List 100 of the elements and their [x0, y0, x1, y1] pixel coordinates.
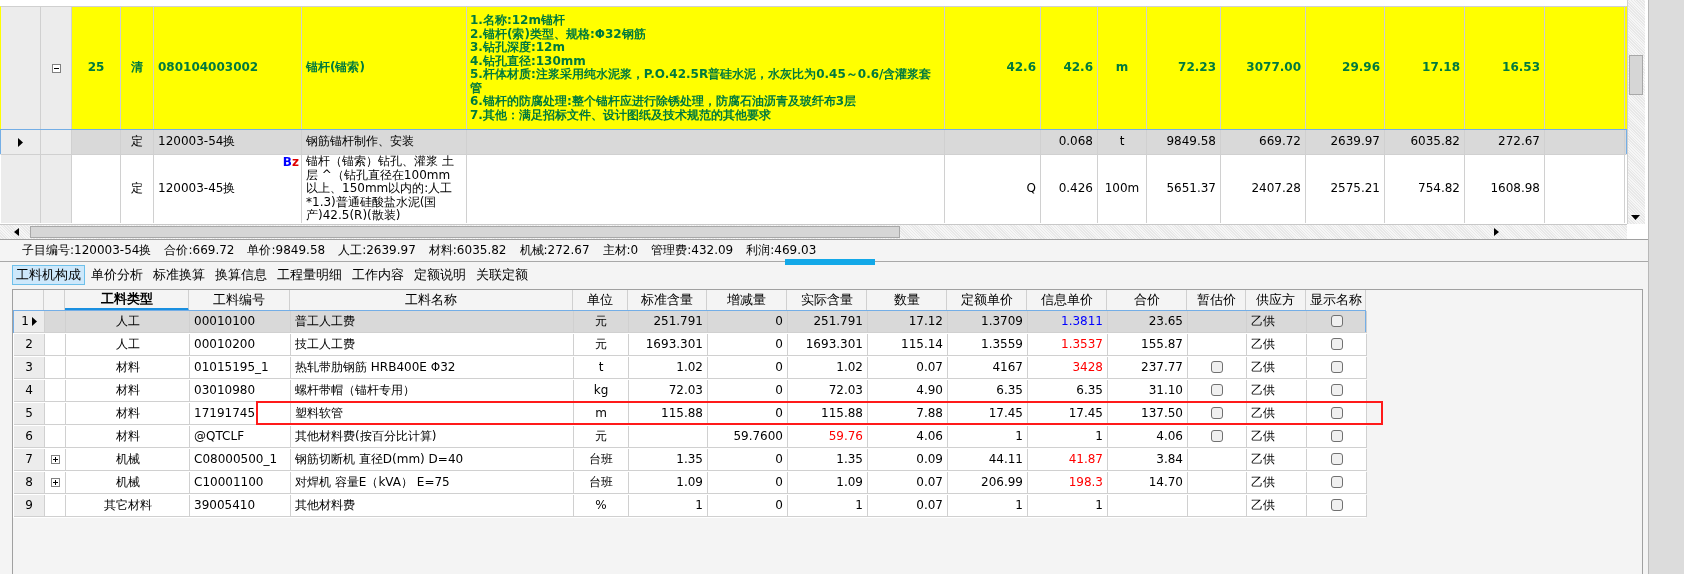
table-row[interactable]: 6 材料 @QTCLF 其他材料费(按百分比计算) 元 59.7600 59.76 4.06 1 1 4.06 乙供: [13, 424, 1366, 449]
row-header-cell[interactable]: [1, 130, 41, 154]
row-header-cell[interactable]: [1, 7, 41, 129]
table-cell: 乙供: [1247, 379, 1307, 402]
table-row[interactable]: 9 其它材料 39005410 其他材料费 % 1 0 1 0.07 1 1 乙供: [13, 493, 1366, 518]
table-cell: 0: [708, 494, 788, 517]
table-cell: 03010980: [190, 379, 291, 402]
checkbox[interactable]: [1330, 499, 1343, 511]
table-row[interactable]: 2 人工 00010200 技工人工费 元 1693.301 0 1693.301 115.14 1.3559 1.3537 155.87 乙供: [13, 332, 1366, 357]
checkbox[interactable]: [1330, 476, 1343, 488]
table-cell: 080104003002: [158, 61, 259, 75]
plus-box-icon[interactable]: [50, 454, 60, 464]
table-cell: 44.11: [948, 448, 1028, 471]
table-row[interactable]: 1 人工 00010100 普工人工费 元 251.791 0 251.791 17.12 1.3709 1.3811 23.65 乙供: [13, 309, 1366, 334]
plus-box-icon[interactable]: [50, 477, 60, 487]
summary-text: 利润:469.03: [746, 241, 817, 259]
scroll-right-icon[interactable]: [1494, 227, 1499, 236]
row-number: 9: [25, 498, 33, 512]
tab[interactable]: 换算信息: [211, 264, 271, 285]
scrollbar-thumb[interactable]: [30, 225, 900, 238]
table-cell: 乙供: [1247, 494, 1307, 517]
table-cell: 2407.28: [1221, 155, 1306, 223]
table-cell: 7.88: [868, 402, 948, 425]
row-pointer-icon: [18, 137, 23, 147]
tab[interactable]: 单价分析: [87, 264, 147, 285]
checkbox[interactable]: [1330, 361, 1343, 373]
table-row[interactable]: 3 材料 01015195_1 热轧带肋钢筋 HRB400E Φ32 t 1.02 0 1.02 0.07 4167 3428 237.77 乙供: [13, 355, 1366, 380]
table-cell: 乙供: [1247, 356, 1307, 379]
table-row[interactable]: 8 机械 C10001100 对焊机 容量E（kVA） E=75 台班 1.09 0 1.09 0.07 206.99 198.3 14.70 乙供: [13, 470, 1366, 495]
minus-box-icon[interactable]: [51, 63, 61, 73]
tab[interactable]: 标准换算: [149, 264, 209, 285]
table-row[interactable]: [0, 6, 1627, 130]
table-cell: 1: [1028, 494, 1108, 517]
row-header-cell[interactable]: [1, 155, 41, 223]
tab[interactable]: 工作内容: [348, 264, 408, 285]
table-cell: %: [574, 494, 629, 517]
table-cell: 5651.37: [1147, 155, 1221, 223]
table-cell: 01015195_1: [190, 356, 291, 379]
table-cell: 0.07: [868, 356, 948, 379]
table-cell: 1.09: [629, 471, 708, 494]
table-cell: 59.7600: [708, 425, 788, 448]
table-cell: 23.65: [1108, 310, 1188, 333]
table-cell: 0: [708, 356, 788, 379]
table-row[interactable]: 定 120003-54换 钢筋锚杆制作、安装 0.068 t 9849.58 669.72 2639.97 6035.82 272.67: [0, 129, 1627, 155]
table-cell: 台班: [574, 471, 629, 494]
scroll-left-icon[interactable]: [14, 227, 19, 236]
summary-text: 单价:9849.58: [247, 241, 326, 259]
table-cell: 59.76: [788, 425, 868, 448]
scroll-down-icon[interactable]: [1631, 214, 1640, 220]
checkbox[interactable]: [1211, 430, 1223, 442]
table-cell: 0: [708, 402, 788, 425]
summary-text: 材料:6035.82: [428, 241, 507, 259]
row-number: 2: [25, 337, 33, 351]
table-cell: 其他材料费: [291, 494, 574, 517]
table-cell: 其它材料: [66, 494, 190, 517]
table-cell: 6.35: [1028, 379, 1108, 402]
checkbox[interactable]: [1330, 384, 1343, 396]
table-cell: 1: [948, 494, 1028, 517]
tab[interactable]: 工程量明细: [273, 264, 346, 285]
table-cell: 237.77: [1108, 356, 1188, 379]
table-cell: 钢筋切断机 直径D(mm) D=40: [291, 448, 574, 471]
table-row[interactable]: 定 120003-45换 Bz 锚杆（锚索）钻孔、灌浆 土层 ^（钻孔直径在100mm以上、150mm以内的:人工*1.3)普通硅酸盐水泥(国产)42.5(R)(散装) Q 0.426 100m 5651.37 2407.28 2575.21 754.82 1608.98: [0, 154, 1627, 224]
tab[interactable]: 工料机构成: [12, 264, 85, 285]
table-cell: 115.88: [788, 402, 868, 425]
checkbox[interactable]: [1211, 361, 1223, 373]
scrollbar-thumb[interactable]: [1629, 55, 1643, 95]
badge-label: Bz: [282, 156, 299, 169]
table-cell: 1693.301: [629, 333, 708, 356]
table-cell: 元: [574, 310, 629, 333]
table-cell: 乙供: [1247, 425, 1307, 448]
table-cell: 100m: [1098, 155, 1147, 223]
table-cell: 115.88: [629, 402, 708, 425]
table-cell: 1608.98: [1465, 155, 1545, 223]
table-cell: 72.03: [788, 379, 868, 402]
table-cell: 14.70: [1108, 471, 1188, 494]
table-cell: 元: [574, 333, 629, 356]
tree-cell: [41, 130, 72, 154]
table-row[interactable]: 4 材料 03010980 螺杆带帽（锚杆专用） kg 72.03 0 72.03 4.90 6.35 6.35 31.10 乙供: [13, 378, 1366, 403]
table-cell: 3.84: [1108, 448, 1188, 471]
column-header[interactable]: 工料类型: [65, 289, 189, 311]
checkbox[interactable]: [1211, 407, 1223, 419]
table-cell: 1: [629, 494, 708, 517]
checkbox[interactable]: [1330, 407, 1343, 419]
checkbox[interactable]: [1330, 315, 1343, 327]
table-cell: 1: [948, 425, 1028, 448]
checkbox[interactable]: [1330, 430, 1343, 442]
table-cell: 120003-45换: [158, 182, 236, 196]
checkbox[interactable]: [1211, 384, 1223, 396]
splitter-handle[interactable]: [785, 258, 875, 265]
table-cell: m: [574, 402, 629, 425]
vertical-scrollbar[interactable]: [1627, 0, 1645, 224]
checkbox[interactable]: [1330, 453, 1343, 465]
checkbox[interactable]: [1330, 338, 1343, 350]
table-cell: 乙供: [1247, 448, 1307, 471]
tab[interactable]: 关联定额: [472, 264, 532, 285]
table-cell: 251.791: [629, 310, 708, 333]
description-line: 3.钻孔深度:12m: [470, 41, 565, 55]
table-cell: 1.3811: [1028, 310, 1108, 333]
tab[interactable]: 定额说明: [410, 264, 470, 285]
table-row[interactable]: 7 机械 C08000500_1 钢筋切断机 直径D(mm) D=40 台班 1.35 0 1.35 0.09 44.11 41.87 3.84 乙供: [13, 447, 1366, 472]
